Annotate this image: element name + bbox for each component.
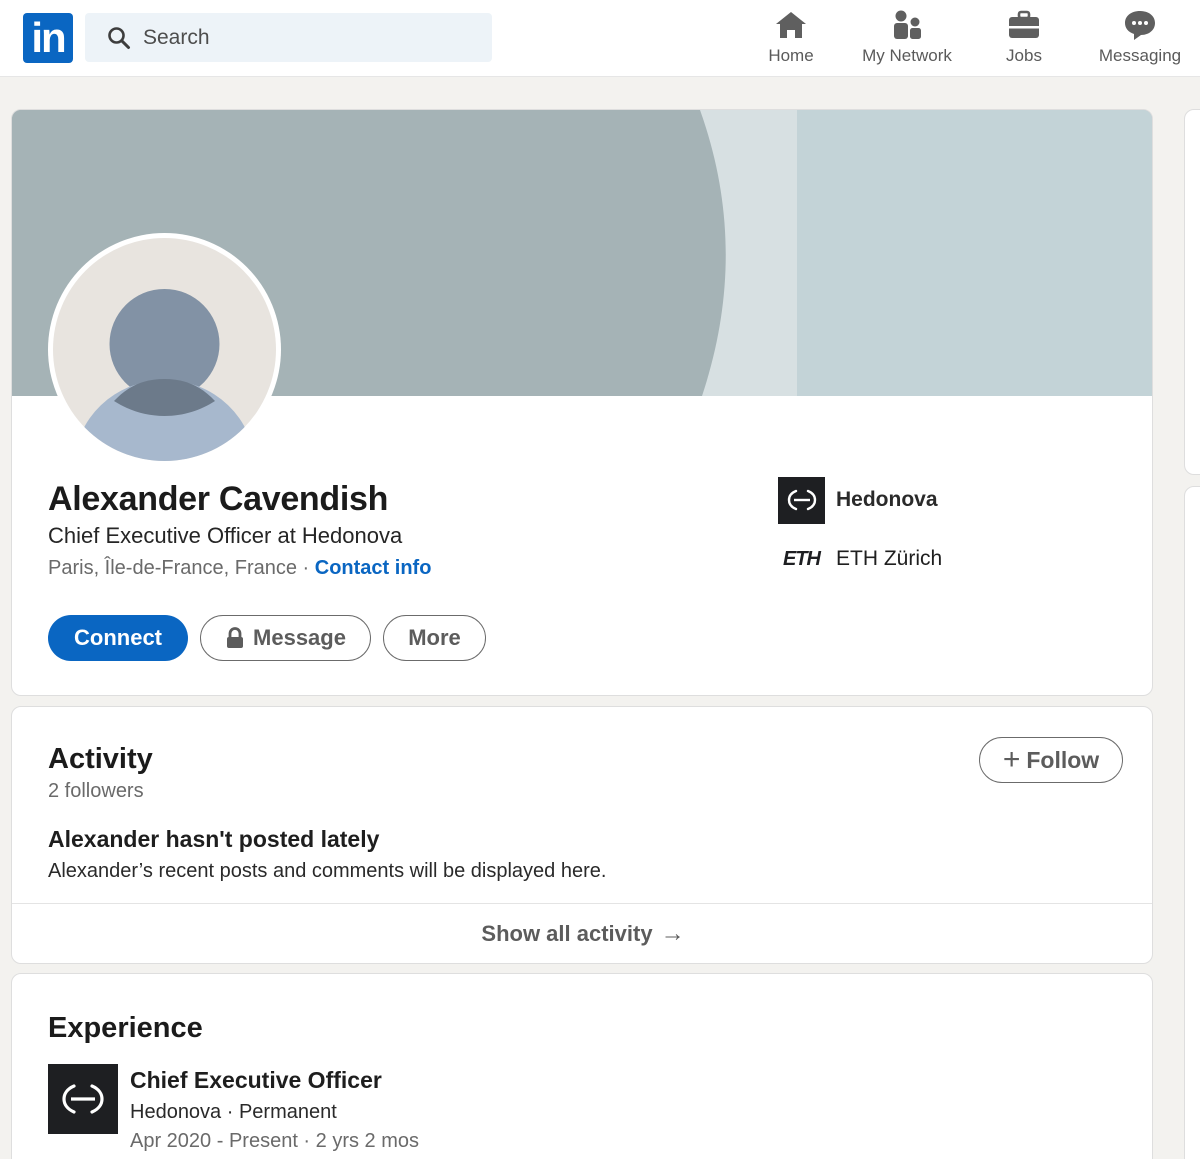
profile-card: Alexander Cavendish Chief Executive Offi…	[11, 109, 1153, 696]
hedonova-logo-icon	[778, 476, 825, 524]
search-icon	[108, 27, 130, 49]
logo-text: in	[31, 14, 66, 61]
current-company-name: Hedonova	[836, 488, 938, 511]
show-all-activity-button[interactable]: Show all activity →	[12, 904, 1152, 963]
search-input[interactable]	[143, 13, 473, 62]
education-name: ETH Zürich	[836, 547, 943, 570]
network-icon	[894, 10, 921, 39]
experience-company: Hedonova · Permanent	[130, 1101, 337, 1123]
nav-messaging[interactable]: Messaging	[1092, 8, 1188, 70]
connect-button[interactable]: Connect	[48, 615, 188, 661]
more-button[interactable]: More	[383, 615, 486, 661]
no-posts-description: Alexander’s recent posts and comments wi…	[48, 860, 607, 882]
default-avatar-icon	[53, 238, 276, 461]
activity-section: Activity 2 followers + Follow Alexander …	[11, 706, 1153, 964]
profile-location: Paris, Île-de-France, France · Contact i…	[48, 557, 431, 580]
experience-role: Chief Executive Officer	[130, 1067, 382, 1093]
nav-network-label: My Network	[862, 46, 952, 65]
activity-title: Activity	[48, 743, 153, 775]
message-button[interactable]: Message	[200, 615, 371, 661]
experience-dates: Apr 2020 - Present · 2 yrs 2 mos	[130, 1130, 420, 1152]
nav-jobs-label: Jobs	[1006, 46, 1042, 65]
top-nav: in Home My Network Jobs	[0, 0, 1200, 77]
eth-logo-icon: ETH	[783, 547, 821, 570]
experience-title: Experience	[48, 1012, 203, 1044]
current-company-link[interactable]: Hedonova	[778, 476, 938, 524]
nav-messaging-label: Messaging	[1098, 46, 1182, 65]
nav-home-label: Home	[768, 46, 814, 65]
nav-home[interactable]: Home	[760, 8, 822, 70]
lock-icon	[227, 627, 244, 648]
profile-photo[interactable]	[48, 233, 281, 466]
search-bar[interactable]	[85, 13, 492, 62]
contact-info-link[interactable]: Contact info	[315, 557, 432, 579]
message-button-label: Message	[253, 625, 346, 650]
location-text: Paris, Île-de-France, France	[48, 557, 297, 579]
experience-section: Experience Chief Executive Officer Hedon…	[11, 973, 1153, 1159]
plus-icon: +	[1002, 743, 1021, 776]
sidebar-card	[1184, 109, 1200, 475]
location-separator: ·	[296, 557, 315, 579]
profile-headline: Chief Executive Officer at Hedonova	[48, 523, 403, 548]
follow-button-label: Follow	[1026, 746, 1100, 773]
briefcase-icon	[1009, 10, 1039, 38]
profile-name: Alexander Cavendish	[48, 480, 389, 518]
sidebar-card	[1184, 486, 1200, 1159]
messaging-icon	[1125, 11, 1155, 40]
no-posts-title: Alexander hasn't posted lately	[48, 826, 380, 852]
follow-button[interactable]: + Follow	[979, 737, 1123, 783]
nav-jobs[interactable]: Jobs	[996, 8, 1052, 70]
nav-my-network[interactable]: My Network	[852, 8, 962, 70]
followers-count: 2 followers	[48, 780, 144, 802]
show-all-label: Show all activity	[481, 921, 653, 946]
linkedin-logo[interactable]: in	[23, 13, 73, 63]
hedonova-logo-icon[interactable]	[48, 1064, 118, 1134]
arrow-right-icon: →	[660, 920, 685, 947]
home-icon	[776, 12, 806, 38]
education-link[interactable]: ETH ETH Zürich	[778, 536, 942, 582]
